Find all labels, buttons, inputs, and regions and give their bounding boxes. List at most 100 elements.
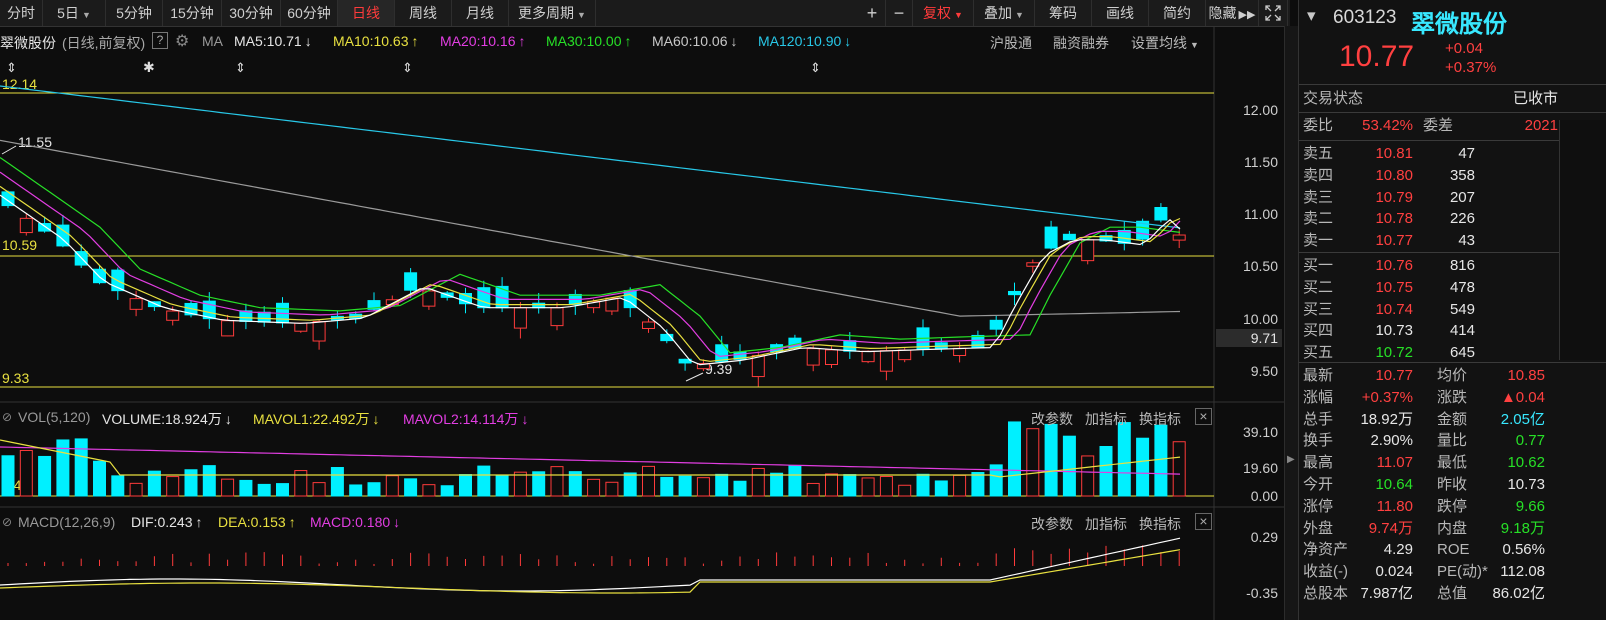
vol-edit-params[interactable]: 改参数 [1031,409,1073,429]
volume-bar[interactable] [971,472,985,497]
volume-bar[interactable] [1081,455,1095,497]
volume-bar[interactable] [202,465,216,497]
event-marker[interactable]: ✱ [143,59,155,75]
volume-bar[interactable] [495,474,509,497]
ask-row[interactable]: 卖五 10.81 47 [1303,143,1603,164]
volume-bar[interactable] [642,465,655,497]
vol-switch-indicator[interactable]: 换指标 [1139,409,1181,429]
volume-bar[interactable] [1044,423,1058,497]
volume-bar[interactable] [257,483,271,497]
candle-body[interactable] [861,350,875,363]
volume-bar[interactable] [440,485,454,497]
volume-bar[interactable] [513,471,527,497]
volume-bar[interactable] [660,476,674,497]
volume-bar[interactable] [184,469,198,497]
macd-edit-params[interactable]: 改参数 [1031,514,1073,534]
volume-bar[interactable] [422,484,436,497]
volume-bar[interactable] [751,467,765,497]
volume-bar[interactable] [385,475,399,497]
candle-body[interactable] [294,322,308,332]
ask-row[interactable]: 卖二 10.78 226 [1303,208,1603,229]
panel-splitter[interactable]: ▶ [1284,26,1298,620]
bid-row[interactable]: 买四 10.73 414 [1303,320,1603,341]
volume-bar[interactable] [477,465,491,497]
candle-body[interactable] [1062,233,1076,241]
candle-body[interactable] [93,268,106,284]
candle-body[interactable] [404,272,418,291]
candle-body[interactable] [513,307,527,329]
event-marker[interactable]: ⇕ [6,60,17,75]
candle-body[interactable] [1154,206,1168,221]
volume-bar[interactable] [696,477,710,497]
candle-body[interactable] [751,355,765,378]
volume-bar[interactable] [276,483,289,497]
volume-bar[interactable] [1099,446,1113,497]
bid-row[interactable]: 买三 10.74 549 [1303,299,1603,320]
volume-bar[interactable] [806,482,820,497]
event-marker[interactable]: ⇕ [235,60,246,75]
volume-bar[interactable] [330,467,344,497]
volume-bar[interactable] [221,478,235,497]
volume-bar[interactable] [312,482,326,497]
volume-bar[interactable] [367,482,381,497]
volume-bar[interactable] [715,473,729,497]
volume-bar[interactable] [129,482,143,497]
volume-bar[interactable] [587,478,601,497]
candle-body[interactable] [221,320,235,337]
volume-bar[interactable] [678,475,692,497]
vol-add-indicator[interactable]: 加指标 [1085,409,1127,429]
volume-bar[interactable] [239,479,253,497]
event-marker[interactable]: ⇕ [402,60,413,75]
bid-row[interactable]: 买五 10.72 645 [1303,342,1603,363]
candle-body[interactable] [38,223,52,232]
volume-bar[interactable] [38,455,52,497]
volume-bar[interactable] [1,455,15,497]
volume-bar[interactable] [953,474,967,497]
volume-bar[interactable] [1117,422,1131,497]
candle-body[interactable] [129,298,143,310]
macd-switch-indicator[interactable]: 换指标 [1139,514,1181,534]
volume-bar[interactable] [111,475,125,497]
candle-body[interactable] [1026,262,1040,267]
candle-body[interactable] [1172,234,1186,241]
candle-body[interactable] [257,311,271,323]
close-icon[interactable]: × [1195,408,1212,425]
volume-bar[interactable] [294,470,308,497]
collapse-icon[interactable]: ⊘ [2,515,12,529]
volume-bar[interactable] [879,476,893,497]
volume-bar[interactable] [1154,424,1168,497]
event-marker[interactable]: ⇕ [810,60,821,75]
dropdown-icon[interactable]: ▾ [1307,6,1316,26]
volume-bar[interactable] [788,465,802,497]
ask-row[interactable]: 卖一 10.77 43 [1303,230,1603,251]
candle-body[interactable] [879,350,893,372]
volume-bar[interactable] [623,472,637,497]
macd-histogram[interactable] [7,545,1180,566]
volume-bar[interactable] [916,473,930,497]
candle-body[interactable] [1008,290,1021,296]
candle-body[interactable] [806,348,820,366]
candle-body[interactable] [312,321,326,342]
candle-body[interactable] [532,302,546,309]
volume-bar[interactable] [934,480,948,497]
candle-body[interactable] [1044,226,1058,249]
close-icon[interactable]: × [1195,513,1212,530]
candle-body[interactable] [825,349,838,366]
candlestick-series[interactable] [1,190,1186,387]
candle-body[interactable] [971,334,985,349]
candle-body[interactable] [642,321,655,329]
ask-row[interactable]: 卖四 10.80 358 [1303,165,1603,186]
volume-bar[interactable] [404,478,418,497]
volume-series[interactable] [1,421,1186,497]
volume-bar[interactable] [898,484,912,497]
candle-body[interactable] [19,217,33,234]
volume-bar[interactable] [605,481,619,497]
volume-bar[interactable] [1136,437,1150,497]
volume-bar[interactable] [1008,421,1021,497]
candle-body[interactable] [898,349,912,361]
volume-bar[interactable] [93,460,106,497]
volume-bar[interactable] [74,438,88,497]
ask-row[interactable]: 卖三 10.79 207 [1303,187,1603,208]
volume-bar[interactable] [825,473,838,497]
candle-body[interactable] [1081,239,1095,262]
